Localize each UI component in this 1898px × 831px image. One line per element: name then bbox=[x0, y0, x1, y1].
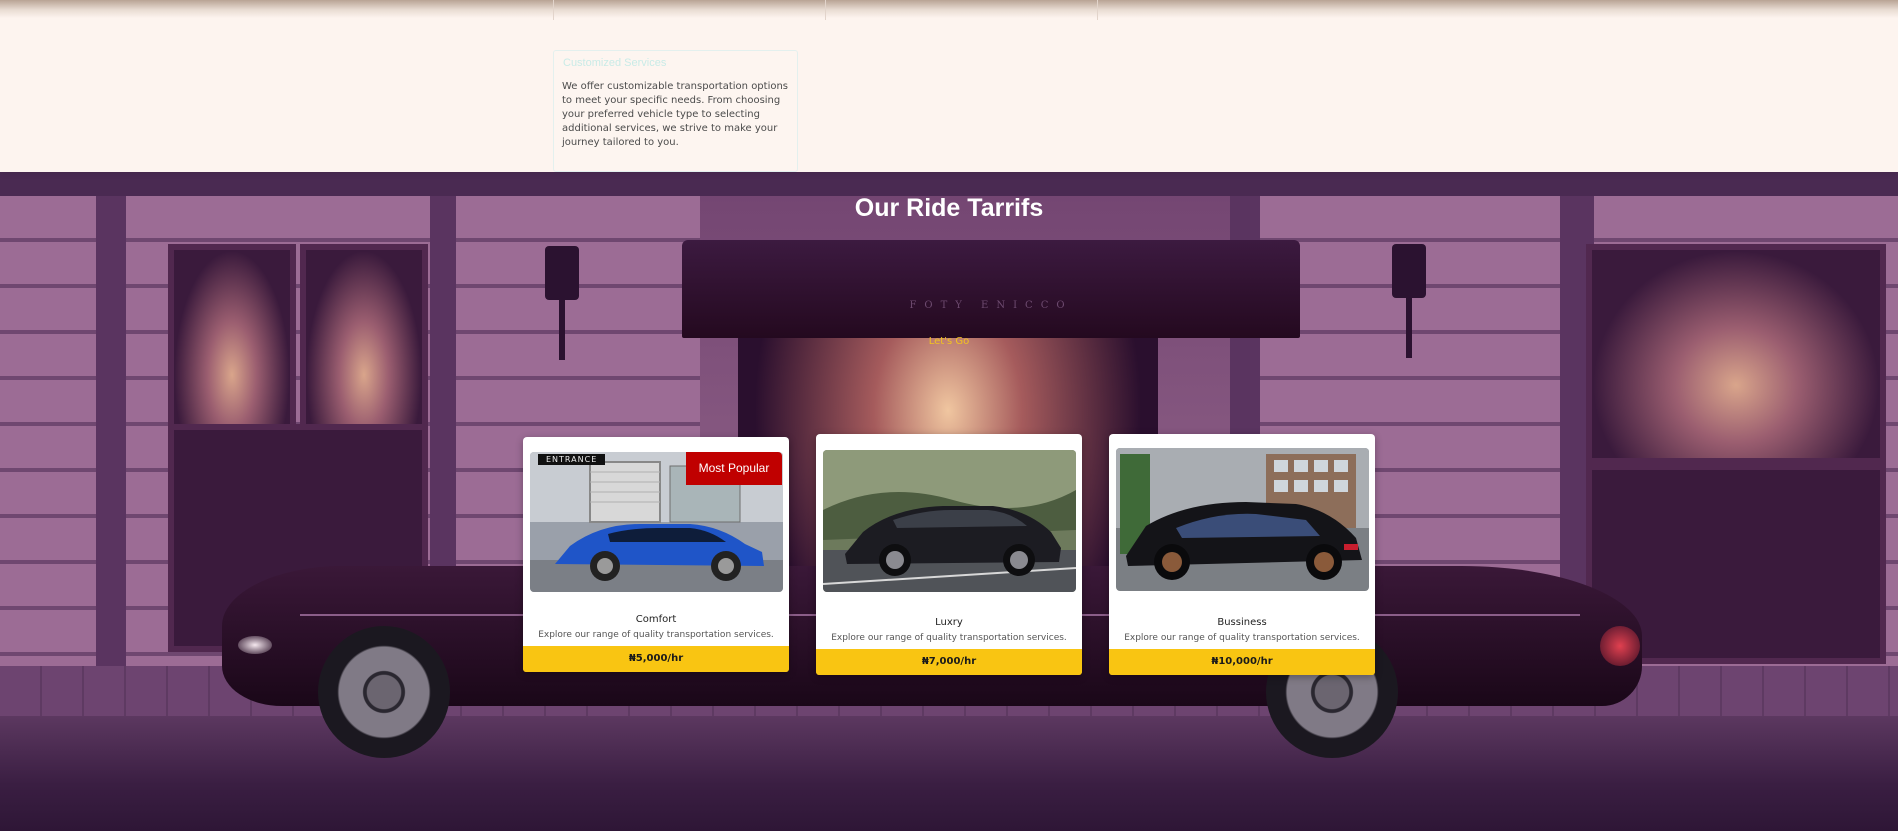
column-divider bbox=[825, 0, 826, 20]
column-divider bbox=[553, 0, 554, 20]
background-awning: FOTY ENICCO bbox=[682, 240, 1300, 338]
card-description: Explore our range of quality transportat… bbox=[538, 630, 774, 640]
feature-card-title: Customized Services bbox=[563, 57, 667, 69]
background-window bbox=[1586, 244, 1886, 464]
header-shadow bbox=[0, 0, 1898, 18]
column-divider bbox=[1097, 0, 1098, 20]
price-button[interactable]: ₦5,000/hr bbox=[523, 646, 789, 672]
price-button[interactable]: ₦7,000/hr bbox=[816, 649, 1082, 675]
card-description: Explore our range of quality transportat… bbox=[1124, 633, 1360, 643]
price-button[interactable]: ₦10,000/hr bbox=[1109, 649, 1375, 675]
features-section: Customized Services We offer customizabl… bbox=[0, 0, 1898, 172]
background-headlight bbox=[238, 636, 272, 654]
entrance-sign: ENTRANCE bbox=[538, 454, 606, 465]
background-lamp bbox=[545, 246, 579, 366]
background-taillight bbox=[1600, 626, 1640, 666]
section-title: Our Ride Tarrifs bbox=[854, 196, 1044, 222]
tariff-card-comfort[interactable]: ENTRANCE Most Popular Comfort Explore ou… bbox=[523, 437, 789, 672]
tariff-card-luxury[interactable]: Luxry Explore our range of quality trans… bbox=[816, 434, 1082, 675]
awning-text: FOTY ENICCO bbox=[909, 300, 1073, 311]
feature-card-customized: Customized Services We offer customizabl… bbox=[553, 50, 798, 172]
most-popular-badge: Most Popular bbox=[686, 452, 782, 485]
card-description: Explore our range of quality transportat… bbox=[831, 633, 1067, 643]
background-pillar bbox=[96, 196, 126, 716]
card-title: Luxry bbox=[935, 617, 963, 628]
background-street bbox=[0, 716, 1898, 831]
tariffs-section: FOTY ENICCO Our Ride Tarrifs Let's Go EN… bbox=[0, 196, 1898, 831]
car-image bbox=[1116, 448, 1369, 591]
lets-go-link[interactable]: Let's Go bbox=[0, 336, 1898, 347]
tariff-card-business[interactable]: Bussiness Explore our range of quality t… bbox=[1109, 434, 1375, 675]
card-title: Bussiness bbox=[1217, 617, 1267, 628]
car-image bbox=[823, 450, 1076, 592]
feature-card-text: We offer customizable transportation opt… bbox=[562, 81, 789, 148]
background-wheel bbox=[318, 626, 450, 758]
card-title: Comfort bbox=[635, 614, 677, 625]
